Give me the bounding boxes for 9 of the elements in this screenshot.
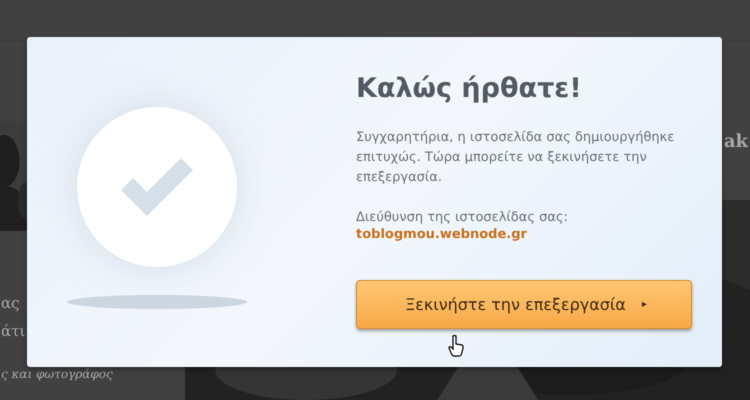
welcome-message: Συγχαρητήρια, η ιστοσελίδα σας δημιουργήθηκε επιτυχώς. Τώρα μπορείτε να ξεκινήσετε την επεξεργασία. bbox=[356, 129, 676, 187]
address-label: Διεύθυνση της ιστοσελίδας σας: bbox=[356, 210, 568, 225]
sidebar-heading: άτι bbox=[1, 321, 26, 342]
sidebar-caption: ς και φωτογράφος bbox=[1, 367, 113, 381]
sidebar-heading: ας bbox=[1, 293, 20, 314]
start-editing-button[interactable]: Ξεκινήστε την επεξεργασία ▸ bbox=[356, 280, 692, 329]
article-heading: ak bbox=[724, 131, 748, 152]
dialog-title: Καλώς ήρθατε! bbox=[356, 73, 582, 104]
hand-cursor-icon bbox=[448, 335, 464, 357]
